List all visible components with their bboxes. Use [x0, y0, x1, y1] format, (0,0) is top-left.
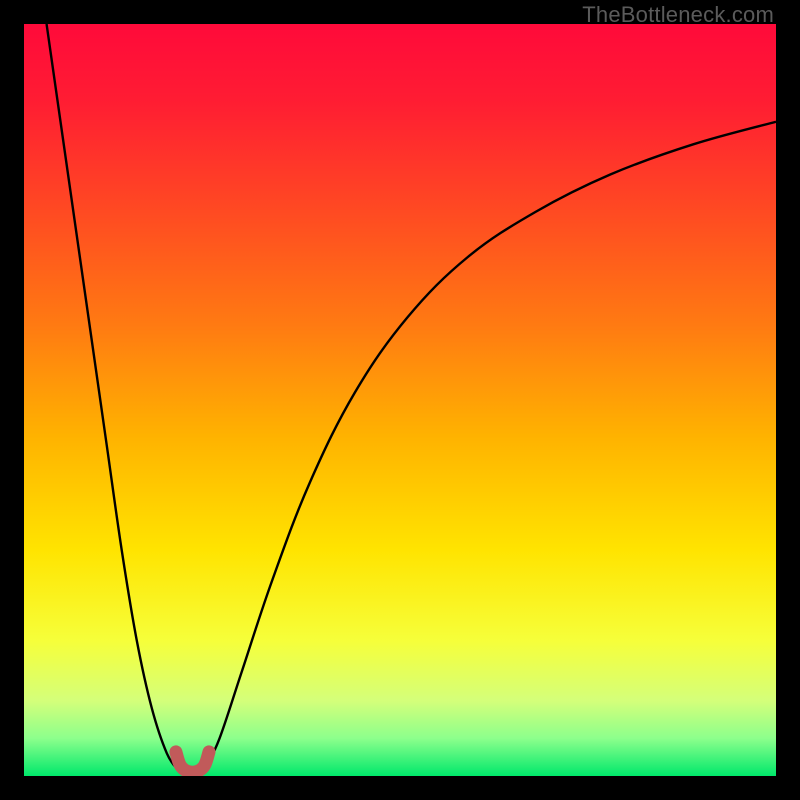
- chart-frame: [24, 24, 776, 776]
- gradient-background: [24, 24, 776, 776]
- chart-svg: [24, 24, 776, 776]
- plot-area: [24, 24, 776, 776]
- watermark-text: TheBottleneck.com: [582, 2, 774, 28]
